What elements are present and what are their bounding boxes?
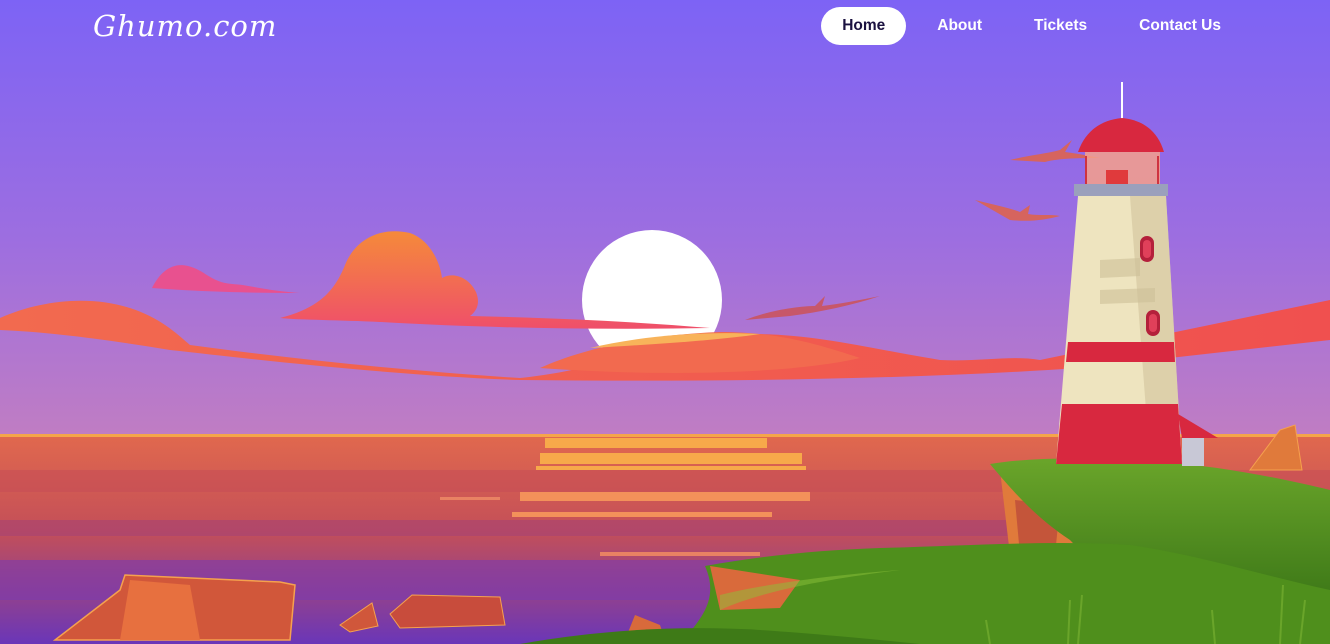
lighthouse-stripe (1066, 342, 1175, 362)
hero-background (0, 0, 1330, 644)
site-logo[interactable]: Ghumo.com (93, 9, 277, 43)
nav-menu: Home About Tickets Contact Us (811, 7, 1242, 45)
nav-about-link[interactable]: About (916, 7, 1003, 45)
rock-small-2 (389, 594, 506, 629)
nav-home-link[interactable]: Home (821, 7, 907, 45)
nav-tickets-link[interactable]: Tickets (1013, 7, 1108, 45)
nav-contact-link[interactable]: Contact Us (1118, 7, 1242, 45)
top-navbar: Ghumo.com Home About Tickets Contact Us (0, 0, 1330, 56)
